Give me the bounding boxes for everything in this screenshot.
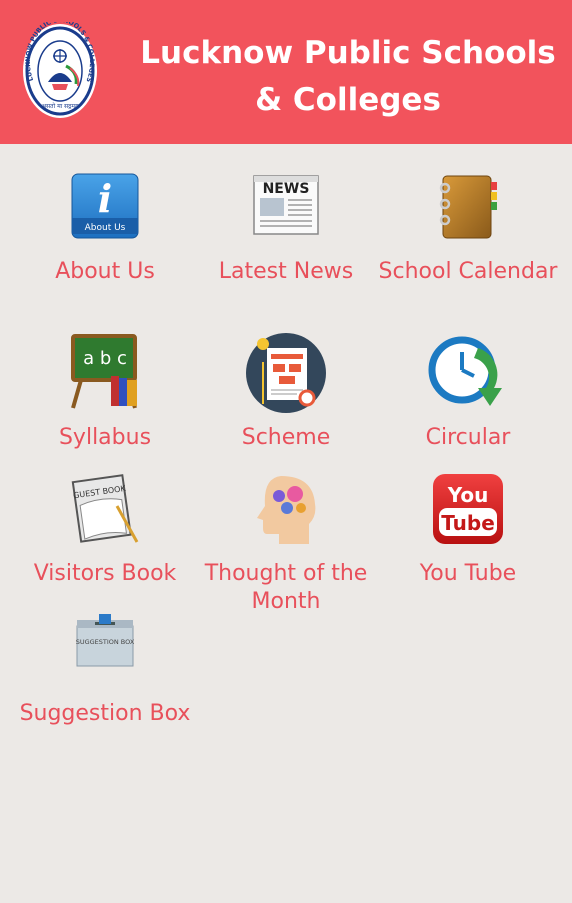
tile-suggestion-box[interactable]: SUGGESTION BOX Suggestion Box [10, 612, 200, 762]
youtube-icon: You Tube [433, 474, 503, 544]
tile-label: Scheme [241, 425, 331, 450]
calendar-icon [439, 175, 497, 239]
tile-thought-of-the-month[interactable]: Thought of the Month [191, 472, 381, 622]
tile-label: Thought of the Month [204, 561, 368, 614]
suggestion-box-icon: SUGGESTION BOX [76, 614, 135, 667]
tile-about-us[interactable]: i About Us About Us [10, 170, 200, 320]
tile-scheme[interactable]: Scheme [191, 332, 381, 462]
tile-label: You Tube [419, 561, 517, 586]
svg-text:Tube: Tube [441, 511, 495, 535]
svg-text:i: i [98, 176, 112, 221]
svg-text:About Us: About Us [85, 223, 126, 233]
guest-book-icon: GUEST BOOK [71, 474, 139, 543]
tile-school-calendar[interactable]: School Calendar [373, 170, 563, 320]
tile-you-tube[interactable]: You Tube You Tube [373, 472, 563, 622]
tile-syllabus[interactable]: a b c Syllabus [10, 332, 200, 462]
svg-text:a b c: a b c [83, 348, 127, 369]
tile-label: School Calendar [378, 259, 558, 284]
tile-label: Circular [425, 425, 511, 450]
tile-circular[interactable]: Circular [373, 332, 563, 462]
brain-gears-icon [257, 476, 316, 544]
tile-label: Syllabus [58, 425, 152, 450]
app-title-line1: Lucknow Public Schools [140, 35, 556, 71]
info-icon: i About Us [71, 173, 139, 239]
tile-label: Visitors Book [33, 561, 177, 586]
tile-latest-news[interactable]: NEWS Latest News [191, 170, 381, 320]
svg-text:SUGGESTION BOX: SUGGESTION BOX [76, 638, 135, 646]
clock-refresh-icon [428, 336, 502, 406]
svg-text:असतो मा सद्गमय: असतो मा सद्गमय [42, 102, 79, 110]
app-header: LUCKNOW PUBLIC SCHOOLS & COLLEGES असतो म… [0, 0, 572, 144]
tile-visitors-book[interactable]: GUEST BOOK Visitors Book [10, 472, 200, 622]
tile-label: Suggestion Box [19, 701, 191, 726]
svg-text:You: You [447, 483, 489, 507]
chalkboard-icon: a b c [71, 334, 137, 409]
newspaper-icon: NEWS [253, 175, 319, 235]
scheme-document-icon [246, 333, 326, 413]
tile-label: About Us [55, 259, 155, 284]
svg-text:NEWS: NEWS [263, 181, 310, 197]
app-title: Lucknow Public Schools & Colleges [118, 30, 572, 124]
school-logo: LUCKNOW PUBLIC SCHOOLS & COLLEGES असतो म… [23, 22, 97, 118]
tile-label: Latest News [218, 259, 354, 284]
app-title-line2: & Colleges [255, 82, 441, 118]
